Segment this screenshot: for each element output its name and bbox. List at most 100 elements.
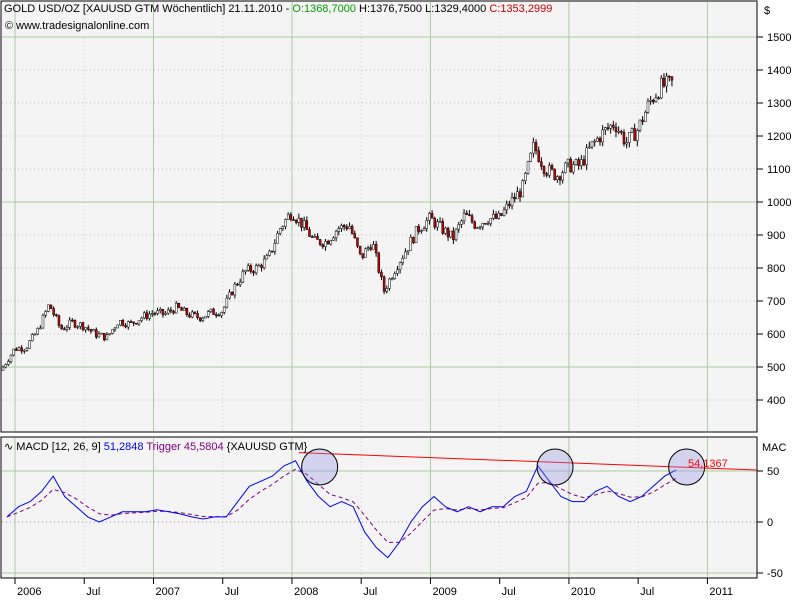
candle-body xyxy=(540,161,543,167)
candle-body xyxy=(668,75,671,78)
macd-title: ∿ MACD [12, 26, 9] 51,2848 Trigger 45,58… xyxy=(4,441,308,453)
candle-body xyxy=(196,313,199,318)
currency-label: $ xyxy=(764,5,770,17)
candle-body xyxy=(473,221,476,229)
candle-body xyxy=(582,159,586,166)
candle-body xyxy=(588,146,591,149)
chart-title: GOLD USD/OZ [XAUUSD GTM Wöchentlich] 21.… xyxy=(4,3,552,15)
candle-body xyxy=(321,244,325,247)
candle-body xyxy=(460,220,463,225)
candle-body xyxy=(428,213,431,221)
candle-body xyxy=(510,196,514,207)
candle-body xyxy=(649,100,652,102)
x-tick-label: 2009 xyxy=(432,586,456,598)
candle-body xyxy=(310,236,314,238)
source-url[interactable]: www.tradesignalonline.com xyxy=(15,20,149,32)
candle-body xyxy=(132,321,135,324)
candle-body xyxy=(548,165,551,176)
candle-body xyxy=(292,218,295,221)
candle-body xyxy=(476,227,479,229)
candle-body xyxy=(638,119,642,131)
candle-body xyxy=(1,366,5,371)
candle-body xyxy=(470,215,474,223)
candle-body xyxy=(230,291,234,296)
candle-body xyxy=(508,203,511,207)
candle-body xyxy=(414,226,418,243)
candle-body xyxy=(518,191,522,198)
candle-body xyxy=(95,329,98,338)
candle-body xyxy=(81,322,85,330)
candle-body xyxy=(465,212,468,215)
candle-body xyxy=(628,131,631,143)
candle-body xyxy=(289,214,293,220)
candle-body xyxy=(348,226,351,230)
candle-body xyxy=(534,142,538,151)
candle-body xyxy=(590,141,594,148)
candle-body xyxy=(180,307,183,311)
candle-body xyxy=(422,228,426,231)
candle-body xyxy=(73,320,77,328)
y-tick-label: 500 xyxy=(767,362,785,374)
candle-body xyxy=(241,271,245,283)
candle-body xyxy=(486,223,490,225)
candle-body xyxy=(25,347,29,351)
candle-body xyxy=(617,131,620,133)
candle-body xyxy=(313,236,317,238)
candle-body xyxy=(636,130,639,141)
gold-chart: 2006 Jul 2007 Jul 2008 Jul 2009 Jul 2010 Jul 2011 4… xyxy=(0,0,791,598)
candle-body xyxy=(238,281,242,285)
candle-body xyxy=(641,119,644,122)
candle-body xyxy=(513,196,516,200)
candle-body xyxy=(119,320,122,326)
candle-body xyxy=(185,307,189,315)
candle-body xyxy=(662,77,666,87)
candle-body xyxy=(342,224,346,228)
candle-body xyxy=(225,297,229,308)
macd-panel xyxy=(0,436,758,579)
candle-body xyxy=(20,347,23,352)
candle-body xyxy=(262,258,266,269)
candle-body xyxy=(36,328,39,335)
candle-body xyxy=(393,273,397,279)
highlight-circle xyxy=(301,448,339,486)
candle-body xyxy=(297,217,301,223)
candle-body xyxy=(396,269,399,274)
candle-body xyxy=(436,221,439,228)
candle-body xyxy=(444,227,447,234)
candle-body xyxy=(526,161,530,174)
candle-body xyxy=(79,322,82,327)
candle-body xyxy=(380,272,383,278)
candle-body xyxy=(158,309,162,311)
candle-body xyxy=(646,101,650,113)
candle-body xyxy=(41,314,45,329)
candle-body xyxy=(657,97,660,99)
candle-body xyxy=(532,142,535,154)
x-tick-label: Jul xyxy=(502,586,516,598)
candle-body xyxy=(172,310,175,314)
candle-body xyxy=(449,230,452,238)
candle-body xyxy=(580,159,583,166)
candle-body xyxy=(55,314,58,317)
y-tick-label: 1500 xyxy=(767,32,791,44)
candle-body xyxy=(92,329,95,332)
candle-body xyxy=(89,329,93,332)
candle-body xyxy=(198,317,202,321)
candle-body xyxy=(268,250,271,256)
candle-body xyxy=(406,250,410,253)
candle-body xyxy=(44,311,47,316)
candle-body xyxy=(566,158,570,164)
candle-body xyxy=(100,332,103,335)
candle-body xyxy=(174,303,178,314)
candle-body xyxy=(385,288,389,292)
candle-body xyxy=(182,307,186,311)
candle-body xyxy=(556,176,559,180)
x-tick-label: Jul xyxy=(86,586,100,598)
candle-body xyxy=(164,312,167,315)
candle-body xyxy=(97,333,101,338)
candle-body xyxy=(111,329,114,334)
candle-body xyxy=(193,311,197,314)
candle-body xyxy=(500,213,503,216)
candle-body xyxy=(382,276,386,292)
candle-body xyxy=(417,226,421,232)
candle-body xyxy=(209,308,213,312)
